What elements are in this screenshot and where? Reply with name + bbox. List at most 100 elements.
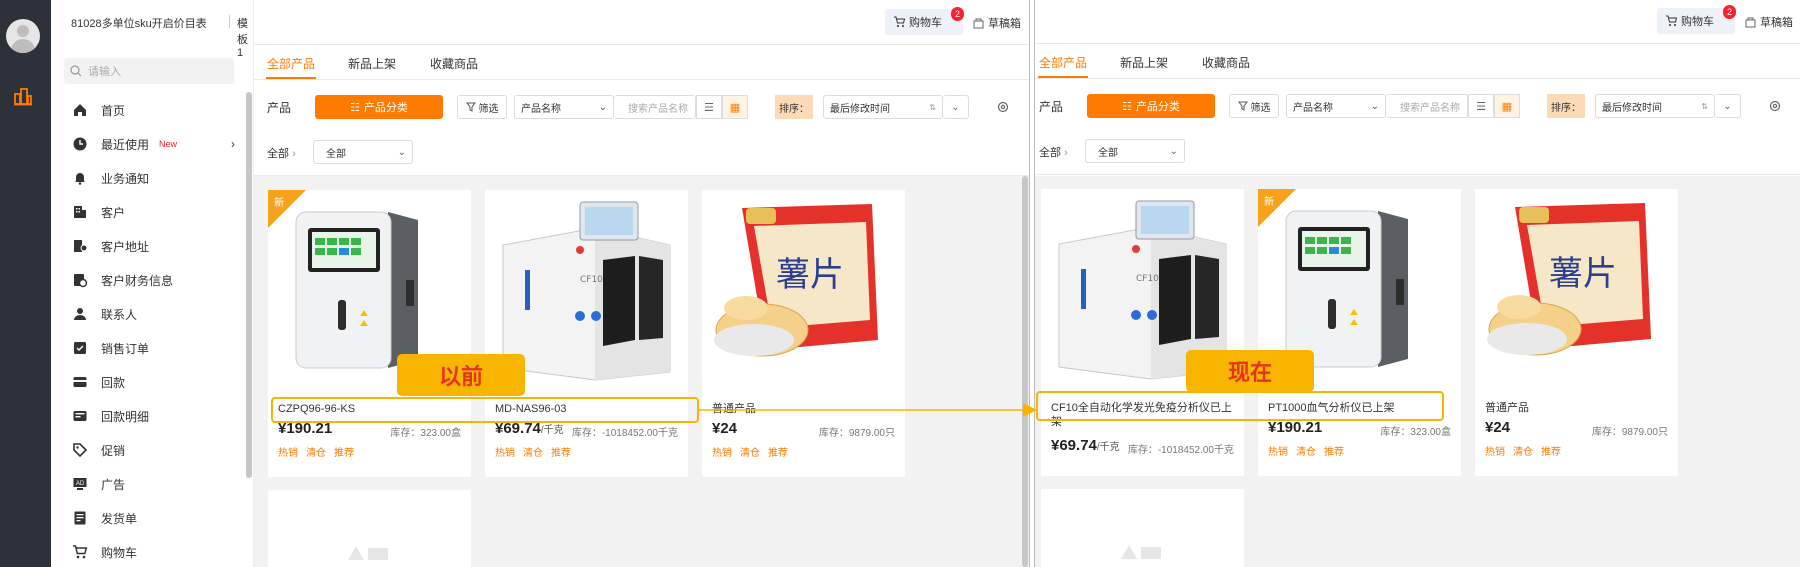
breadcrumb-root[interactable]: 全部 xyxy=(267,148,289,160)
sidebar-item-label: 首页 xyxy=(101,103,126,118)
price-unit: /千克 xyxy=(540,425,564,436)
sidebar-item[interactable]: 联系人 xyxy=(51,297,241,331)
sidebar-item[interactable]: AD 广告 xyxy=(51,467,241,501)
product-tag[interactable]: 推荐 xyxy=(1541,447,1561,458)
product-tag[interactable]: 推荐 xyxy=(768,448,788,459)
field-select[interactable]: 产品名称 ⌄ xyxy=(514,95,614,119)
product-card[interactable]: 新 CZPQ96-96-KS ¥190.21 库存：323.00盒 热销 清仓 推荐 xyxy=(268,190,471,477)
bell-icon xyxy=(75,173,85,185)
breadcrumb[interactable]: 全部 › xyxy=(267,145,296,161)
category-filter-select[interactable]: 全部 ⌄ xyxy=(313,140,413,164)
product-tag[interactable]: 热销 xyxy=(278,448,298,459)
list-view-button[interactable]: ☰ xyxy=(696,95,722,119)
product-tag[interactable]: 推荐 xyxy=(1324,447,1344,458)
product-tag[interactable]: 清仓 xyxy=(306,448,326,459)
category-button[interactable]: ☷ 产品分类 xyxy=(315,95,443,119)
product-tag[interactable]: 热销 xyxy=(1485,447,1505,458)
product-tag[interactable]: 清仓 xyxy=(1513,447,1533,458)
tab-all-products[interactable]: 全部产品 xyxy=(267,55,315,72)
sidebar-item[interactable]: 促销 xyxy=(51,433,241,467)
product-card-partial[interactable] xyxy=(1041,489,1244,567)
settings-icon[interactable] xyxy=(996,100,1010,114)
list-view-button[interactable]: ☰ xyxy=(1468,94,1494,118)
product-card[interactable]: CF10 MD-NAS96-03 ¥69.74/千克 库存：-1018452.00千克… xyxy=(485,190,688,477)
product-tag[interactable]: 热销 xyxy=(712,448,732,459)
search-icon xyxy=(70,65,82,77)
sidebar-item[interactable]: 首页 xyxy=(51,93,241,127)
product-image[interactable]: 薯片 xyxy=(702,190,905,383)
filter-button[interactable]: 筛选 xyxy=(1229,94,1279,118)
template-name[interactable]: 模板1 xyxy=(237,15,253,59)
chevron-down-icon: ⌄ xyxy=(1169,145,1178,157)
product-card-partial[interactable] xyxy=(268,490,471,567)
sidebar-item[interactable]: 客户地址 xyxy=(51,229,241,263)
content-scrollbar[interactable] xyxy=(1022,176,1028,567)
draft-button-after[interactable]: 草稿箱 xyxy=(1745,14,1793,30)
cart-icon xyxy=(894,16,905,27)
sidebar-item[interactable]: 业务通知 xyxy=(51,161,241,195)
menu-search-input[interactable]: 请输入 xyxy=(64,58,234,84)
tab-favorites[interactable]: 收藏商品 xyxy=(430,55,478,72)
sidebar-item-label: 客户 xyxy=(101,205,126,220)
product-name[interactable]: 普通产品 xyxy=(1485,401,1675,415)
avatar[interactable] xyxy=(6,19,40,53)
grid-view-button[interactable]: ▦ xyxy=(722,95,748,119)
product-label: 产品 xyxy=(267,101,292,115)
product-tag[interactable]: 推荐 xyxy=(334,448,354,459)
sidebar-item[interactable]: 客户 xyxy=(51,195,241,229)
product-card[interactable]: 新 PT1000血气分析仪已上架 ¥190.21 库存：323.00盒 热销 清仓 推荐 xyxy=(1258,189,1461,476)
sidebar-item[interactable]: 销售订单 xyxy=(51,331,241,365)
sort-direction-button[interactable]: ⌄ xyxy=(1715,94,1741,118)
sidebar-item[interactable]: 购物车 xyxy=(51,535,241,567)
tab-new-products[interactable]: 新品上架 xyxy=(348,55,396,72)
search-product-input[interactable]: 搜索产品名称 xyxy=(614,95,696,119)
building-chart-icon[interactable] xyxy=(13,86,33,106)
filter-icon xyxy=(465,102,476,112)
sidebar-item-label: 客户财务信息 xyxy=(101,273,174,288)
sidebar-scrollbar[interactable] xyxy=(246,92,252,478)
sort-select[interactable]: 最后修改时间 ⇅ xyxy=(823,95,943,119)
after-highlight-box xyxy=(1036,391,1444,421)
draft-label: 草稿箱 xyxy=(1760,17,1793,29)
filter-button[interactable]: 筛选 xyxy=(457,95,507,119)
svg-text:AD: AD xyxy=(76,481,85,487)
chevron-right-icon[interactable]: › xyxy=(231,137,235,151)
settings-icon[interactable] xyxy=(1768,99,1782,113)
sort-select-value: 最后修改时间 xyxy=(1602,102,1662,114)
tab-all-products[interactable]: 全部产品 xyxy=(1039,54,1087,71)
product-tag[interactable]: 清仓 xyxy=(523,448,543,459)
product-image[interactable]: 薯片 xyxy=(1475,189,1678,382)
draft-button[interactable]: 草稿箱 xyxy=(973,15,1021,31)
product-tag[interactable]: 清仓 xyxy=(1296,447,1316,458)
sidebar-item[interactable]: 发货单 xyxy=(51,501,241,535)
sort-direction-button[interactable]: ⌄ xyxy=(943,95,969,119)
product-tag[interactable]: 热销 xyxy=(1268,447,1288,458)
category-button[interactable]: ☷ 产品分类 xyxy=(1087,94,1215,118)
sort-updown-icon: ⇅ xyxy=(929,102,936,112)
product-tag[interactable]: 热销 xyxy=(495,448,515,459)
product-card[interactable]: 薯片 普通产品 ¥24 库存：9879.00只 热销 清仓 推荐 xyxy=(1475,189,1678,476)
search-product-input[interactable]: 搜索产品名称 xyxy=(1386,94,1468,118)
tab-favorites[interactable]: 收藏商品 xyxy=(1202,54,1250,71)
draft-icon xyxy=(973,18,984,28)
sidebar-item[interactable]: 回款 xyxy=(51,365,241,399)
breadcrumb-root[interactable]: 全部 xyxy=(1039,147,1061,159)
sort-select-value: 最后修改时间 xyxy=(830,103,890,115)
sidebar-item-label: 业务通知 xyxy=(101,171,150,186)
product-card[interactable]: 薯片 普通产品 ¥24 库存：9879.00只 热销 清仓 推荐 xyxy=(702,190,905,477)
sidebar-item[interactable]: 客户财务信息 xyxy=(51,263,241,297)
cart-icon xyxy=(73,545,88,559)
sidebar-item[interactable]: 回款明细 xyxy=(51,399,241,433)
grid-view-button[interactable]: ▦ xyxy=(1494,94,1520,118)
tabs-divider xyxy=(254,79,1029,80)
product-tag[interactable]: 清仓 xyxy=(740,448,760,459)
sidebar-item[interactable]: 最近使用 New › xyxy=(51,127,241,161)
product-card[interactable]: CF10 CF10全自动化学发光免疫分析仪已上架 ¥69.74/千克 库存：-1018… xyxy=(1041,189,1244,476)
tab-new-products[interactable]: 新品上架 xyxy=(1120,54,1168,71)
product-tag[interactable]: 推荐 xyxy=(551,448,571,459)
field-select[interactable]: 产品名称 ⌄ xyxy=(1286,94,1386,118)
sort-select[interactable]: 最后修改时间 ⇅ xyxy=(1595,94,1715,118)
category-filter-select[interactable]: 全部 ⌄ xyxy=(1085,139,1185,163)
category-filter-value: 全部 xyxy=(1098,147,1118,159)
breadcrumb[interactable]: 全部 › xyxy=(1039,144,1068,160)
